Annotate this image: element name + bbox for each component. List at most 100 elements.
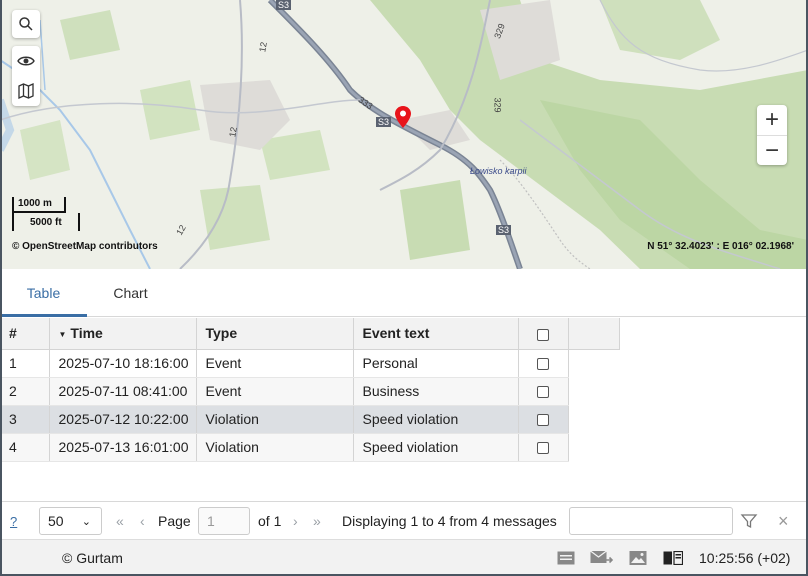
book-icon [663, 551, 683, 565]
page-number-input[interactable]: 1 [198, 507, 250, 535]
cell-event-text: Business [353, 377, 519, 406]
table-row[interactable]: 2 2025-07-11 08:41:00 Event Business [0, 377, 619, 406]
clear-filter-button[interactable]: × [778, 502, 789, 540]
road-label: S3 [376, 117, 392, 127]
table-row[interactable]: 3 2025-07-12 10:22:00 Violation Speed vi… [0, 405, 619, 434]
table-row[interactable]: 1 2025-07-10 18:16:00 Event Personal [0, 349, 619, 378]
cell-type: Violation [196, 405, 354, 434]
cell-select [518, 349, 569, 378]
chevron-right-icon: › [293, 513, 298, 529]
view-tabs: Table Chart [0, 269, 808, 317]
row-checkbox[interactable] [537, 386, 549, 399]
table-row[interactable]: 4 2025-07-13 16:01:00 Violation Speed vi… [0, 433, 619, 462]
clock: 10:25:56 (+02) [699, 550, 791, 566]
double-chevron-left-icon: « [116, 513, 124, 529]
zoom-in-button[interactable]: + [757, 105, 787, 135]
cell-type: Event [196, 377, 354, 406]
page-label: Page [158, 513, 191, 529]
row-checkbox[interactable] [537, 442, 549, 455]
map-layer-controls [12, 46, 40, 106]
select-all-checkbox[interactable] [537, 328, 549, 341]
page-size-select[interactable]: 50 ⌄ [39, 507, 102, 535]
copyright: © Gurtam [62, 550, 123, 566]
next-page-button[interactable]: › [293, 502, 298, 540]
map-search-button[interactable] [12, 10, 40, 38]
table-header: # ▼ Time Type Event text [0, 318, 620, 350]
search-icon [19, 17, 33, 31]
tab-chart[interactable]: Chart [87, 269, 174, 317]
column-header-number[interactable]: # [0, 318, 50, 350]
help-button[interactable]: ? [10, 502, 32, 540]
cell-type: Violation [196, 433, 354, 462]
chevron-down-icon: ⌄ [81, 515, 91, 528]
cursor-coordinates: N 51° 32.4023' : E 016° 02.1968' [647, 241, 794, 252]
layout-button[interactable] [663, 540, 683, 576]
map-layers-button[interactable] [12, 76, 40, 106]
row-checkbox[interactable] [537, 414, 549, 427]
sort-desc-icon: ▼ [58, 330, 67, 340]
close-icon: × [778, 510, 789, 531]
chevron-left-icon: ‹ [140, 513, 145, 529]
location-marker-icon[interactable] [395, 106, 411, 128]
visibility-button[interactable] [12, 46, 40, 76]
cell-select [518, 405, 569, 434]
road-label: 329 [492, 97, 503, 113]
cell-select [518, 377, 569, 406]
cell-time: 2025-07-13 16:01:00 [49, 433, 197, 462]
column-header-event-text[interactable]: Event text [353, 318, 519, 350]
cell-number: 3 [0, 405, 50, 434]
column-header-filler [568, 318, 620, 350]
page-size-value: 50 [48, 513, 64, 529]
image-icon [629, 551, 647, 565]
cell-number: 4 [0, 433, 50, 462]
status-bar: © Gurtam 10:25:56 (+02) [0, 539, 808, 576]
zoom-controls: + − [757, 105, 787, 165]
cell-event-text: Personal [353, 349, 519, 378]
page-count-label: of 1 [258, 513, 282, 529]
mail-forward-icon [590, 550, 614, 564]
cell-time: 2025-07-10 18:16:00 [49, 349, 197, 378]
first-page-button[interactable]: « [116, 502, 124, 540]
cell-select [518, 433, 569, 462]
cell-time: 2025-07-12 10:22:00 [49, 405, 197, 434]
map-attribution: © OpenStreetMap contributors [12, 241, 158, 252]
map-tiles [0, 0, 808, 269]
zoom-out-button[interactable]: − [757, 135, 787, 165]
messages-grid: # ▼ Time Type Event text 1 2025-07-10 18:… [0, 318, 808, 462]
filter-input[interactable] [569, 507, 733, 535]
map-icon [18, 83, 34, 99]
select-all-cell [518, 318, 569, 350]
cell-event-text: Speed violation [353, 405, 519, 434]
column-header-label: Time [70, 325, 103, 342]
pagination-bar: ? 50 ⌄ « ‹ Page 1 of 1 › » Displaying 1 … [0, 501, 808, 539]
tab-table[interactable]: Table [0, 269, 87, 317]
road-label: S3 [276, 0, 292, 10]
double-chevron-right-icon: » [313, 513, 321, 529]
scale-metric: 1000 m [12, 197, 66, 213]
scale-imperial: 5000 ft [12, 213, 80, 231]
row-checkbox[interactable] [537, 358, 549, 371]
media-button[interactable] [629, 540, 647, 576]
displaying-info: Displaying 1 to 4 from 4 messages [342, 513, 557, 529]
cell-number: 2 [0, 377, 50, 406]
cell-type: Event [196, 349, 354, 378]
notifications-button[interactable] [557, 540, 575, 576]
filter-button[interactable] [740, 502, 758, 540]
road-label: 12 [227, 126, 239, 138]
map-view[interactable]: S3 S3 S3 333 329 329 12 12 12 Łowisko ka… [0, 0, 808, 269]
cell-event-text: Speed violation [353, 433, 519, 462]
filter-icon [740, 514, 758, 529]
prev-page-button[interactable]: ‹ [140, 502, 145, 540]
road-label: 12 [257, 41, 269, 53]
eye-icon [17, 56, 35, 66]
help-icon: ? [10, 513, 18, 529]
road-label: S3 [496, 225, 512, 235]
column-header-type[interactable]: Type [196, 318, 354, 350]
cell-number: 1 [0, 349, 50, 378]
send-message-button[interactable] [590, 540, 614, 576]
messages-table: # ▼ Time Type Event text 1 2025-07-10 18:… [0, 318, 620, 462]
place-label: Łowisko karpii [470, 166, 527, 176]
column-header-time[interactable]: ▼ Time [49, 318, 197, 350]
last-page-button[interactable]: » [313, 502, 321, 540]
cell-time: 2025-07-11 08:41:00 [49, 377, 197, 406]
